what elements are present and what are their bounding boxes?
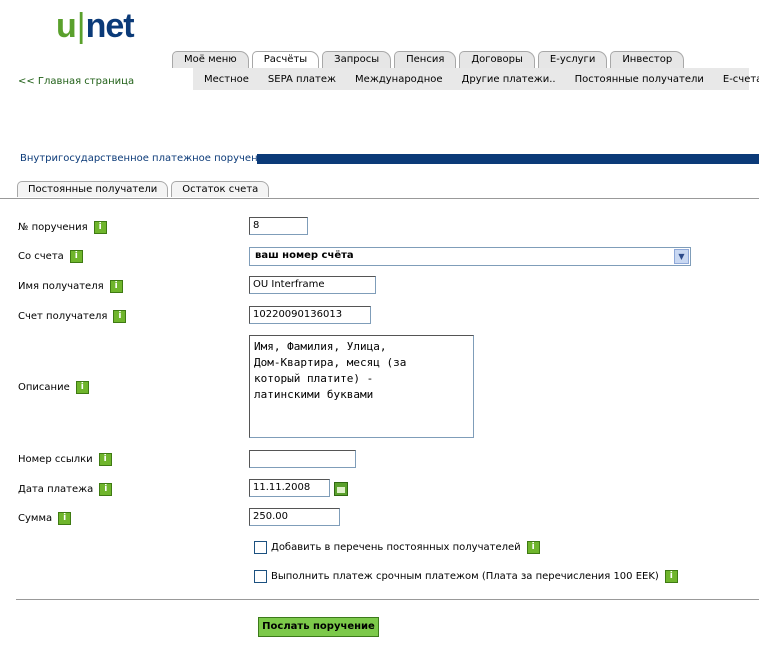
tab-account-balance[interactable]: Остаток счета bbox=[171, 181, 270, 197]
amount-label: Сумма i bbox=[18, 512, 72, 525]
urgent-payment-checkbox[interactable] bbox=[254, 570, 267, 583]
tab-contracts[interactable]: Договоры bbox=[459, 51, 535, 68]
subnav-international[interactable]: Международное bbox=[355, 74, 442, 85]
info-icon[interactable]: i bbox=[99, 483, 113, 496]
info-icon[interactable]: i bbox=[526, 541, 540, 554]
tab-pension[interactable]: Пенсия bbox=[394, 51, 457, 68]
subnav-sepa[interactable]: SEPA платеж bbox=[268, 74, 336, 85]
info-icon[interactable]: i bbox=[113, 310, 127, 323]
tab-e-services[interactable]: E-услуги bbox=[537, 51, 608, 68]
info-icon[interactable]: i bbox=[664, 570, 678, 583]
order-no-input[interactable]: 8 bbox=[249, 217, 308, 235]
amount-input[interactable]: 250.00 bbox=[249, 508, 340, 526]
description-label: Описание i bbox=[18, 381, 89, 394]
form-tabs: Постоянные получатели Остаток счета bbox=[17, 181, 270, 197]
subnav-standing-recipients[interactable]: Постоянные получатели bbox=[575, 74, 704, 85]
info-icon[interactable]: i bbox=[109, 280, 123, 293]
from-account-label: Со счета i bbox=[18, 250, 83, 263]
tabs-divider bbox=[0, 198, 759, 199]
reference-input[interactable] bbox=[249, 450, 356, 468]
subnav-e-invoices[interactable]: E-счета.. bbox=[723, 74, 759, 85]
subnav-other-payments[interactable]: Другие платежи.. bbox=[462, 74, 556, 85]
tab-investor[interactable]: Инвестор bbox=[610, 51, 685, 68]
add-recipient-checkbox[interactable] bbox=[254, 541, 267, 554]
unet-logo: u|net bbox=[56, 7, 135, 45]
recipient-name-input[interactable]: OU Interframe bbox=[249, 276, 376, 294]
info-icon[interactable]: i bbox=[98, 453, 112, 466]
add-recipient-row: Добавить в перечень постоянных получател… bbox=[254, 541, 540, 554]
subnav-local[interactable]: Местное bbox=[204, 74, 249, 85]
order-no-label: № поручения i bbox=[18, 221, 107, 234]
from-account-select[interactable]: ваш номер счёта ▼ bbox=[249, 247, 691, 266]
home-link[interactable]: << Главная страница bbox=[18, 76, 134, 87]
recipient-account-input[interactable]: 10220090136013 bbox=[249, 306, 371, 324]
chevron-down-icon[interactable]: ▼ bbox=[674, 249, 689, 264]
urgent-payment-row: Выполнить платеж срочным платежом (Плата… bbox=[254, 570, 678, 583]
reference-label: Номер ссылки i bbox=[18, 453, 112, 466]
info-icon[interactable]: i bbox=[58, 512, 72, 525]
calendar-icon[interactable] bbox=[334, 482, 348, 496]
section-title: Внутригосударственное платежное поручени… bbox=[20, 153, 271, 164]
date-label: Дата платежа i bbox=[18, 483, 113, 496]
tab-my-menu[interactable]: Моё меню bbox=[172, 51, 249, 68]
submit-order-button[interactable]: Послать поручение bbox=[258, 617, 379, 637]
form-divider bbox=[16, 599, 759, 600]
recipient-account-label: Счет получателя i bbox=[18, 310, 127, 323]
tab-payments[interactable]: Расчёты bbox=[251, 51, 320, 69]
info-icon[interactable]: i bbox=[93, 221, 107, 234]
payments-subnav: Местное SEPA платеж Международное Другие… bbox=[193, 68, 759, 90]
main-tabs: Моё меню Расчёты Запросы Пенсия Договоры… bbox=[172, 51, 685, 69]
section-title-bar bbox=[257, 154, 759, 164]
tab-standing-recipients[interactable]: Постоянные получатели bbox=[17, 181, 169, 197]
info-icon[interactable]: i bbox=[69, 250, 83, 263]
recipient-name-label: Имя получателя i bbox=[18, 280, 123, 293]
description-textarea[interactable]: Имя, Фамилия, Улица, Дом-Квартира, месяц… bbox=[249, 335, 474, 438]
tab-requests[interactable]: Запросы bbox=[322, 51, 392, 68]
info-icon[interactable]: i bbox=[75, 381, 89, 394]
date-input[interactable]: 11.11.2008 bbox=[249, 479, 330, 497]
